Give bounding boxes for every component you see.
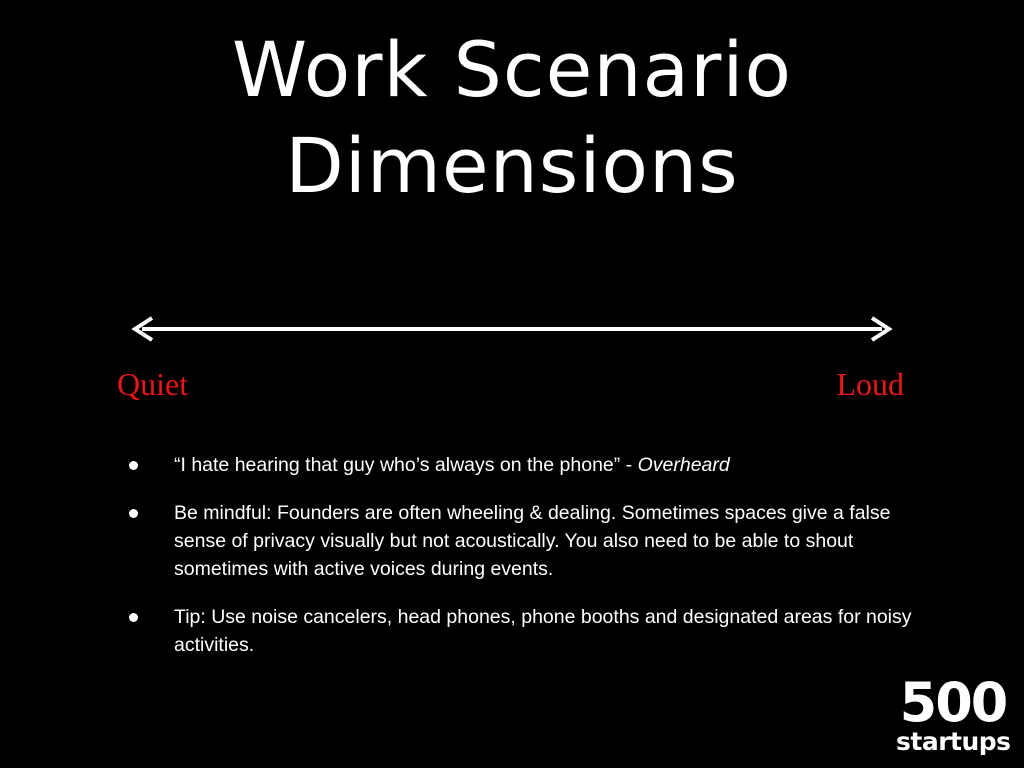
- scale-label-quiet: Quiet: [117, 366, 189, 402]
- double-headed-arrow-icon: [131, 316, 893, 342]
- bullet-text: “I hate hearing that guy who’s always on…: [174, 454, 638, 476]
- slide-title: Work Scenario Dimensions: [0, 22, 1024, 214]
- scale-label-loud: Loud: [836, 366, 904, 402]
- logo-number: 500: [899, 671, 1009, 734]
- bullet-item-tip: Tip: Use noise cancelers, head phones, p…: [0, 603, 934, 659]
- bullet-emphasis: Overheard: [637, 454, 730, 476]
- bullet-item-be-mindful: Be mindful: Founders are often wheeling …: [0, 499, 934, 583]
- 500-startups-logo: 500 startups: [896, 671, 1011, 756]
- title-line-2: Dimensions: [285, 121, 739, 210]
- bullet-item-overheard-quote: “I hate hearing that guy who’s always on…: [0, 451, 934, 479]
- bullet-dot-icon: [129, 461, 138, 470]
- bullet-text: Tip: Use noise cancelers, head phones, p…: [174, 606, 912, 656]
- logo-word: startups: [896, 727, 1011, 756]
- bullet-dot-icon: [129, 613, 138, 622]
- bullet-text: Be mindful: Founders are often wheeling …: [174, 502, 891, 580]
- bullet-list: “I hate hearing that guy who’s always on…: [0, 451, 1024, 679]
- title-line-1: Work Scenario: [232, 25, 792, 114]
- bullet-dot-icon: [129, 509, 138, 518]
